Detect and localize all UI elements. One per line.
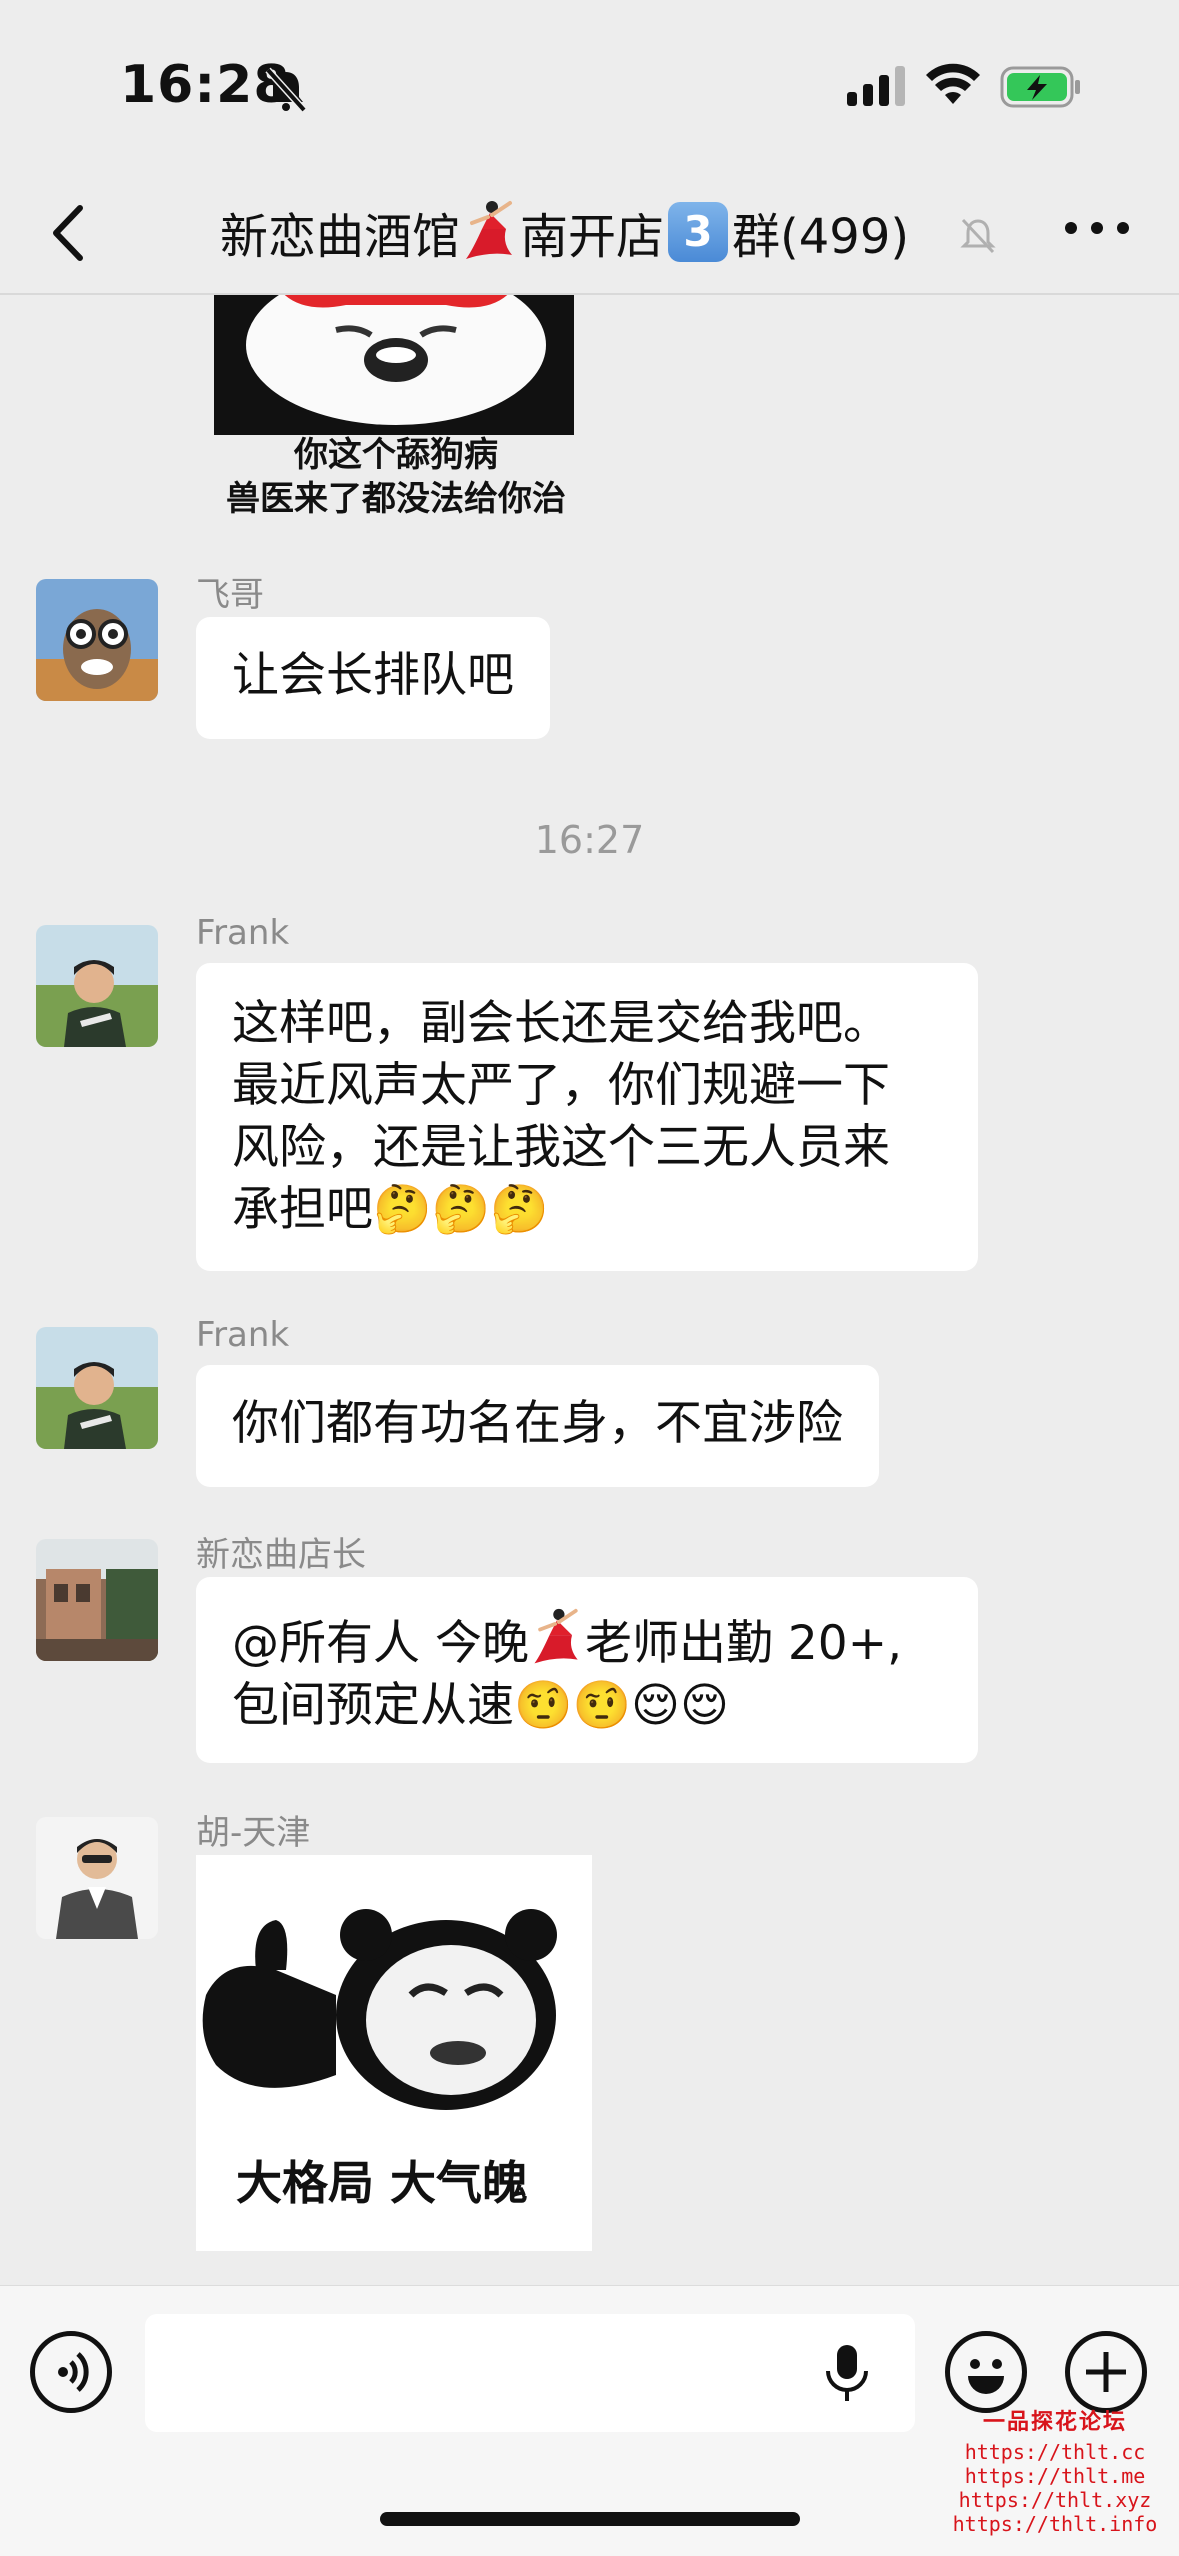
sticker-caption-2: 大格局 大气魄: [236, 2156, 529, 2210]
mute-bell-icon: [960, 218, 996, 254]
more-functions-button[interactable]: [1065, 2331, 1147, 2413]
sender-name: 胡-天津: [196, 1813, 311, 1853]
message-bubble[interactable]: 这样吧，副会长还是交给我吧。 最近风声太严了，你们规避一下 风险，还是让我这个三…: [196, 963, 978, 1271]
emoji-button[interactable]: [945, 2331, 1027, 2413]
avatar-frank[interactable]: [36, 1327, 158, 1449]
avatar-frank[interactable]: [36, 925, 158, 1047]
avatar-store-manager[interactable]: [36, 1539, 158, 1661]
title-mid: 南开店: [520, 209, 665, 265]
avatar-hu-tianjin[interactable]: [36, 1817, 158, 1939]
back-chevron-icon[interactable]: [40, 198, 100, 268]
keycap-3-emoji: 3: [668, 202, 729, 262]
panda-face-sticker-icon: [214, 295, 574, 435]
voice-wave-icon: [58, 2352, 89, 2392]
sender-name: 飞哥: [196, 575, 264, 615]
sender-name: Frank: [196, 1315, 290, 1355]
message-bubble[interactable]: @所有人 今晚 老师出勤 20+, 包间预定从速🤨🤨😌😌: [196, 1577, 978, 1763]
dancer-emoji-icon: [466, 201, 513, 259]
message-list[interactable]: 你这个舔狗病 兽医来了都没法给你治 飞哥 让会长排队吧 16:27 Frank …: [0, 295, 1179, 2285]
wifi-icon: [926, 63, 980, 104]
chat-header: 新恋曲酒馆 南开店 3 群(499): [0, 170, 1179, 295]
message-input[interactable]: [145, 2314, 915, 2432]
more-options-icon[interactable]: [1065, 222, 1129, 234]
watermark: 一品探花论坛 https://thlt.cc https://thlt.me h…: [952, 2409, 1158, 2536]
battery-charging-icon: [1000, 66, 1080, 108]
bell-slash-icon: [265, 67, 307, 113]
signal-icon: [847, 66, 905, 106]
sender-name: 新恋曲店长: [196, 1535, 366, 1575]
plus-icon: [1086, 2352, 1126, 2392]
status-bar: 16:28: [0, 0, 1179, 170]
microphone-icon[interactable]: [820, 2341, 874, 2405]
panda-thumbs-up-sticker-icon: [202, 1909, 557, 2110]
title-suffix: 群(499): [732, 209, 910, 265]
message-bubble[interactable]: 让会长排队吧: [196, 617, 550, 739]
sticker-caption-1: 你这个舔狗病 兽医来了都没法给你治: [226, 435, 566, 519]
message-bubble[interactable]: 你们都有功名在身，不宜涉险: [196, 1365, 879, 1487]
dancer-emoji-icon: [534, 1608, 578, 1664]
sticker-message[interactable]: 大格局 大气魄: [196, 1855, 592, 2251]
avatar-feige[interactable]: [36, 579, 158, 701]
home-indicator: [380, 2512, 800, 2526]
sticker-message[interactable]: 你这个舔狗病 兽医来了都没法给你治: [196, 295, 596, 530]
chat-title[interactable]: 新恋曲酒馆 南开店 3 群(499): [220, 192, 909, 272]
voice-input-button[interactable]: [30, 2331, 112, 2413]
timestamp: 16:27: [534, 818, 645, 862]
sender-name: Frank: [196, 913, 290, 953]
title-prefix: 新恋曲酒馆: [220, 209, 461, 265]
smiley-icon: [968, 2359, 1004, 2394]
